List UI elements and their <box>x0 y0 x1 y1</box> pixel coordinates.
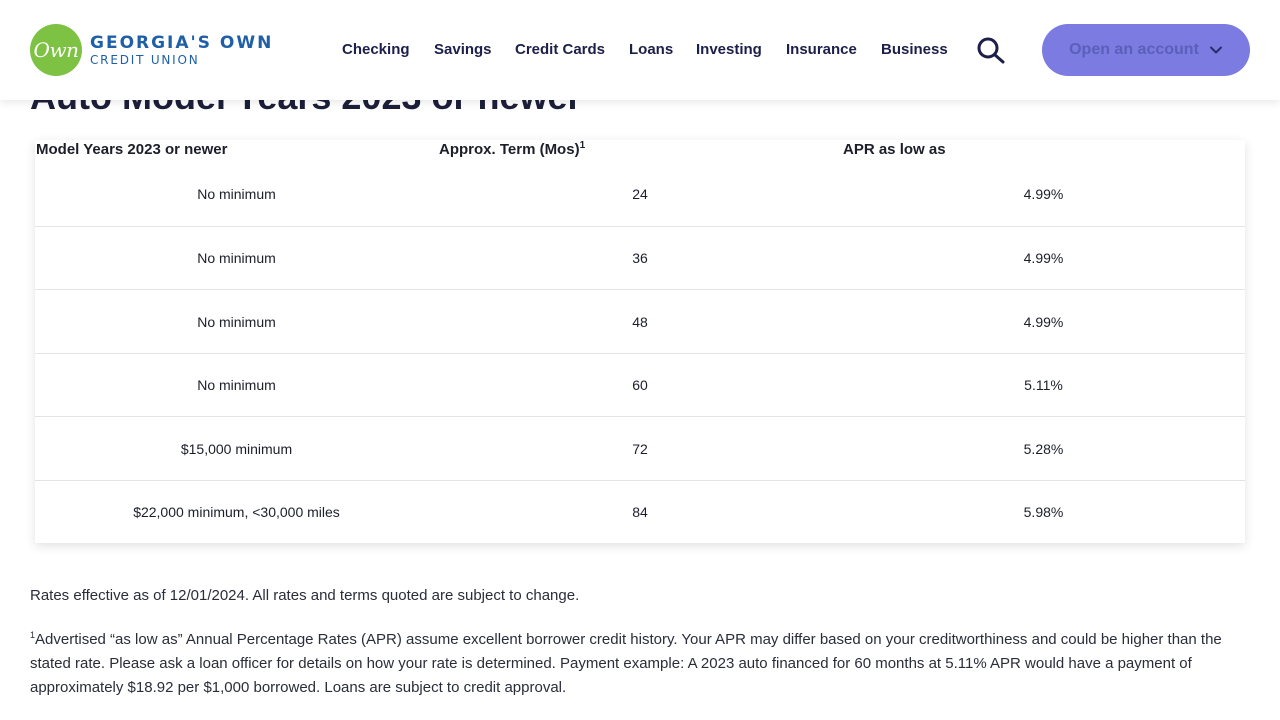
chevron-down-icon <box>1209 46 1222 54</box>
table-cell-amount: No minimum <box>197 377 276 393</box>
nav-business[interactable]: Business <box>881 38 948 62</box>
column-header-apr: APR as low as <box>843 141 946 158</box>
table-cell-apr: 5.98% <box>1023 504 1064 520</box>
apr-footnote-text: Advertised “as low as” Annual Percentage… <box>30 631 1222 696</box>
nav-investing[interactable]: Investing <box>696 38 762 62</box>
table-cell-term: 60 <box>632 377 648 393</box>
site-header: Own GEORGIA'S OWN CREDIT UNION Checking … <box>0 0 1280 100</box>
table-cell-apr: 5.11% <box>1024 377 1063 393</box>
table-row: No minimum 60 5.11% <box>35 354 1245 417</box>
open-account-label: Open an account <box>1069 41 1199 58</box>
table-row: No minimum 36 4.99% <box>35 227 1245 290</box>
table-cell-term: 84 <box>632 504 648 520</box>
table-cell-amount: $15,000 minimum <box>180 440 293 457</box>
nav-insurance[interactable]: Insurance <box>786 38 857 62</box>
nav-credit-cards[interactable]: Credit Cards <box>515 38 605 62</box>
table-row: No minimum 48 4.99% <box>35 290 1245 354</box>
logo-mark: Own <box>30 24 82 76</box>
table-cell-amount: $22,000 minimum, <30,000 miles <box>133 504 340 520</box>
table-cell-term: 36 <box>632 250 648 266</box>
table-cell-amount: No minimum <box>197 313 276 330</box>
footnote-marker: 1 <box>579 140 586 151</box>
search-icon <box>977 37 1005 64</box>
table-row: $15,000 minimum 72 5.28% <box>35 417 1245 481</box>
table-cell-amount: No minimum <box>197 250 276 266</box>
logo-line-2: CREDIT UNION <box>90 53 200 67</box>
column-header-model-years: Model Years 2023 or newer <box>36 141 228 158</box>
table-cell-apr: 5.28% <box>1023 440 1064 457</box>
open-account-button[interactable]: Open an account <box>1042 24 1250 76</box>
nav-checking[interactable]: Checking <box>342 38 410 62</box>
apr-footnote: 1Advertised “as low as” Annual Percentag… <box>30 628 1240 700</box>
column-header-term-label: Approx. Term (Mos) <box>439 141 580 158</box>
table-cell-apr: 4.99% <box>1023 250 1064 266</box>
table-cell-apr: 4.99% <box>1023 313 1064 330</box>
column-header-term: Approx. Term (Mos)1 <box>439 138 585 162</box>
nav-savings[interactable]: Savings <box>434 38 492 62</box>
rates-effective-note: Rates effective as of 12/01/2024. All ra… <box>30 587 580 604</box>
nav-loans[interactable]: Loans <box>629 38 673 62</box>
table-row: $22,000 minimum, <30,000 miles 84 5.98% <box>35 481 1245 543</box>
logo[interactable]: Own GEORGIA'S OWN CREDIT UNION <box>30 23 273 77</box>
search-button[interactable] <box>975 36 1007 64</box>
rates-table: No minimum 24 4.99% No minimum 36 4.99% … <box>35 140 1245 543</box>
logo-text: GEORGIA'S OWN CREDIT UNION <box>90 33 273 67</box>
table-header: Model Years 2023 or newer Approx. Term (… <box>36 138 1246 162</box>
table-cell-term: 72 <box>632 440 648 457</box>
table-cell-term: 48 <box>632 313 648 330</box>
logo-line-1: GEORGIA'S OWN <box>90 33 274 53</box>
